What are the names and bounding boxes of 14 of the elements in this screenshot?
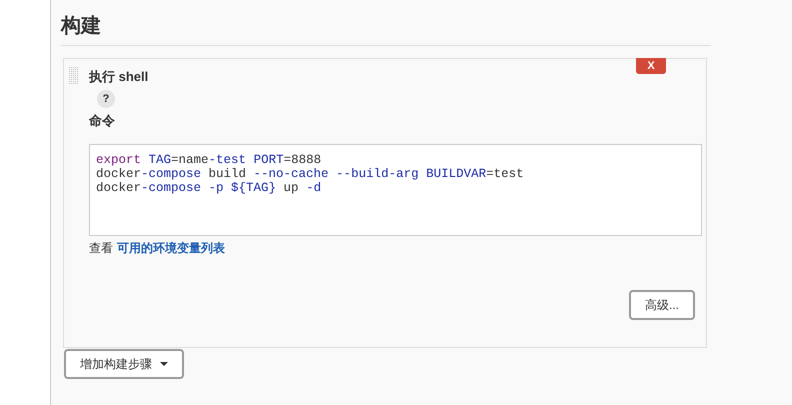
step-title: 执行 shell: [89, 68, 148, 86]
env-vars-link[interactable]: 可用的环境变量列表: [117, 240, 225, 257]
env-text: 查看: [89, 240, 113, 257]
section-title: 构建: [61, 8, 711, 46]
code-line: export TAG=name-test PORT=8888: [96, 153, 322, 167]
code-line: docker-compose build --no-cache --build-arg BUILDVAR=test: [96, 167, 524, 181]
field-label: 命令: [89, 112, 115, 130]
help-button[interactable]: ?: [97, 90, 115, 108]
advanced-button[interactable]: 高级...: [628, 290, 695, 320]
caret-icon: [160, 362, 168, 366]
delete-button[interactable]: X: [636, 58, 666, 74]
code-line: docker-compose -p ${TAG} up -d: [96, 181, 322, 195]
command-editor[interactable]: export TAG=name-test PORT=8888 docker-compose build --no-cache --build-arg BUILDVAR=test docker-compose -p ${TAG} up -d: [89, 144, 702, 236]
add-step-button[interactable]: 增加构建步骤: [64, 349, 184, 379]
